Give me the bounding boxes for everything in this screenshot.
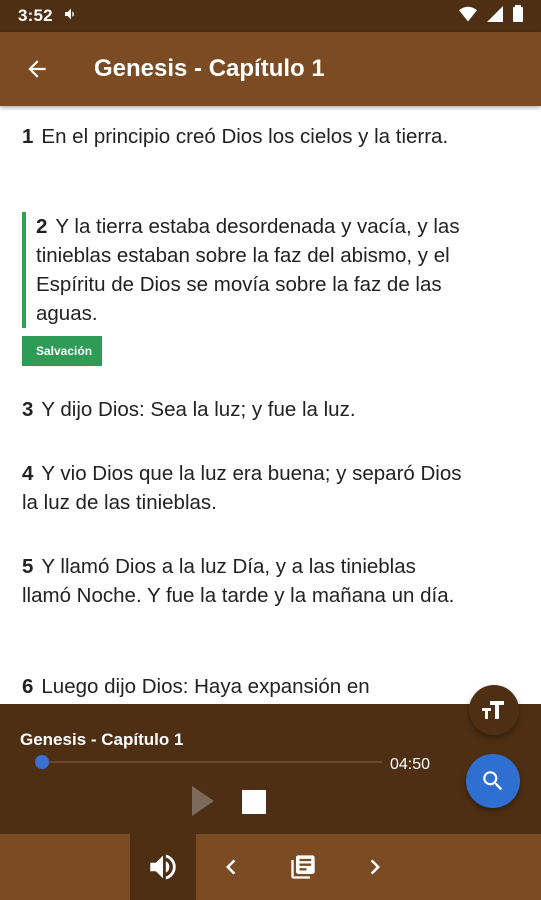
verse-6[interactable]: 6 Luego dijo Dios: Haya expansión en [22, 672, 462, 701]
verse-1[interactable]: 1 En el principio creó Dios los cielos y … [22, 122, 462, 151]
back-button[interactable] [0, 32, 74, 106]
verse-number: 2 [36, 215, 48, 238]
status-time: 3:52 [18, 6, 53, 25]
status-volume-icon [63, 6, 79, 27]
verse-number: 6 [22, 675, 34, 698]
wifi-icon [459, 6, 477, 27]
verse-number: 4 [22, 462, 34, 485]
verse-2[interactable]: 2Y la tierra estaba desordenada y vacía,… [22, 212, 462, 328]
verse-text: Y vio Dios que la luz era buena; y separ… [22, 462, 462, 514]
verse-text: En el principio creó Dios los cielos y l… [41, 125, 449, 148]
text-size-button[interactable] [469, 685, 519, 735]
page-title: Genesis - Capítulo 1 [94, 55, 325, 82]
stop-button[interactable] [242, 790, 266, 814]
verse-4[interactable]: 4Y vio Dios que la luz era buena; y sepa… [22, 459, 462, 517]
verse-number: 5 [22, 555, 34, 578]
seek-bar[interactable] [42, 761, 382, 763]
verse-number: 3 [22, 398, 34, 421]
app-bar: Genesis - Capítulo 1 [0, 32, 541, 106]
next-chapter-button[interactable] [342, 834, 408, 900]
search-button[interactable] [466, 754, 520, 808]
search-icon [483, 771, 503, 791]
chapters-list-button[interactable] [270, 834, 336, 900]
audio-player: Genesis - Capítulo 1 04:50 [0, 704, 541, 834]
play-icon [192, 786, 214, 816]
verse-text: Y llamó Dios a la luz Día, y a las tinie… [22, 555, 455, 607]
verse-3[interactable]: 3 Y dijo Dios: Sea la luz; y fue la luz. [22, 395, 462, 424]
seek-thumb[interactable] [35, 755, 49, 769]
verse-text: Y dijo Dios: Sea la luz; y fue la luz. [41, 398, 356, 421]
status-bar: 3:52 [0, 0, 541, 32]
duration-label: 04:50 [390, 756, 431, 773]
verse-tag-badge[interactable]: Salvación [22, 336, 103, 366]
verse-number: 1 [22, 125, 34, 148]
text-size-icon [482, 701, 504, 719]
audio-toggle-button[interactable] [130, 834, 196, 900]
volume-icon [150, 854, 176, 880]
chevron-left-icon [226, 859, 236, 875]
chevron-right-icon [370, 859, 380, 875]
arrow-left-icon [28, 60, 46, 78]
battery-icon [513, 5, 523, 27]
bottom-nav [0, 834, 541, 900]
book-icon [291, 855, 315, 879]
verse-5[interactable]: 5Y llamó Dios a la luz Día, y a las tini… [22, 552, 462, 610]
play-button[interactable] [190, 784, 220, 818]
player-title: Genesis - Capítulo 1 [20, 730, 184, 749]
chapter-content[interactable]: 1 En el principio creó Dios los cielos y … [0, 106, 541, 704]
verse-text: Y la tierra estaba desordenada y vacía, … [36, 215, 460, 325]
previous-chapter-button[interactable] [198, 834, 264, 900]
verse-text: Luego dijo Dios: Haya expansión en [41, 675, 370, 698]
signal-icon [487, 5, 503, 27]
